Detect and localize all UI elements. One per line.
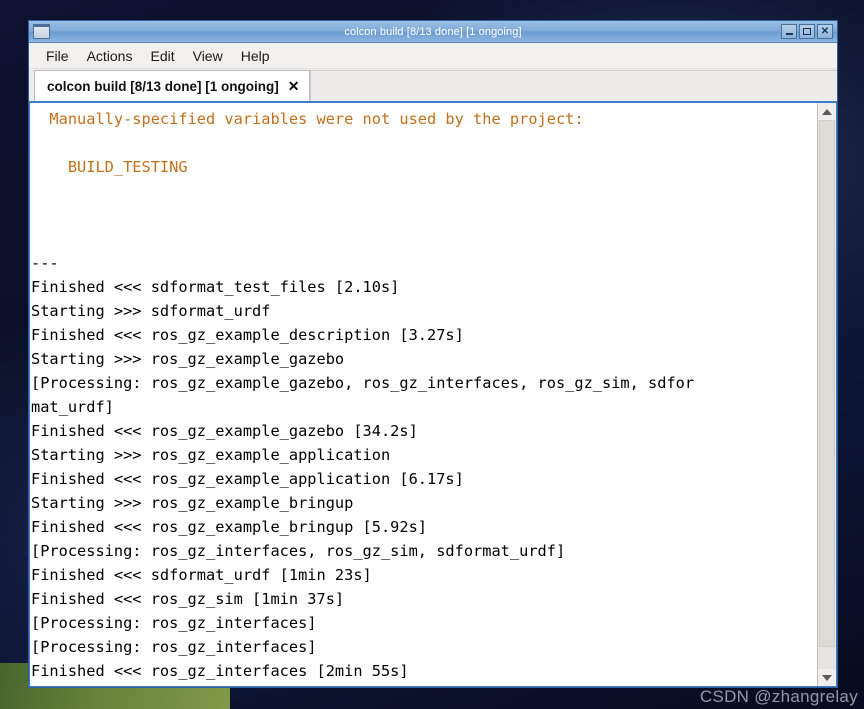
tabbar: colcon build [8/13 done] [1 ongoing] ✕ (29, 69, 837, 103)
menu-item-view[interactable]: View (184, 46, 232, 66)
scrollbar-thumb[interactable] (819, 120, 835, 648)
maximize-button[interactable] (799, 24, 815, 39)
terminal-scrollbar[interactable] (817, 103, 836, 686)
terminal-line: Starting >>> ros_gz_bridge (30, 683, 817, 686)
tab-close-icon[interactable]: ✕ (288, 79, 300, 93)
terminal-line: Starting >>> ros_gz_example_bringup (31, 494, 354, 512)
scroll-down-arrow-icon (822, 674, 832, 681)
scrollbar-track[interactable] (818, 120, 836, 669)
terminal-line: Finished <<< ros_gz_example_gazebo [34.2… (31, 422, 418, 440)
terminal-line: [Processing: ros_gz_interfaces] (31, 638, 317, 656)
terminal-line: Starting >>> sdformat_urdf (31, 302, 271, 320)
menu-item-file[interactable]: File (37, 46, 78, 66)
terminal-line: Manually-specified variables were not us… (31, 110, 584, 128)
tab-colcon-build[interactable]: colcon build [8/13 done] [1 ongoing] ✕ (34, 70, 311, 101)
scroll-down-button[interactable] (818, 669, 836, 686)
menubar: File Actions Edit View Help (29, 43, 837, 69)
terminal-line: Starting >>> ros_gz_example_application (31, 446, 391, 464)
terminal-line: BUILD_TESTING (31, 158, 188, 176)
terminal-line: Finished <<< ros_gz_interfaces [2min 55s… (31, 662, 409, 680)
menu-item-edit[interactable]: Edit (141, 46, 183, 66)
terminal-line: --- (31, 254, 59, 272)
terminal-line: Finished <<< sdformat_test_files [2.10s] (31, 278, 400, 296)
terminal-line: [Processing: ros_gz_interfaces] (31, 614, 317, 632)
tabbar-empty-area[interactable] (310, 70, 837, 101)
terminal-area: Manually-specified variables were not us… (29, 103, 837, 687)
minimize-icon (785, 33, 793, 35)
terminal-output[interactable]: Manually-specified variables were not us… (30, 103, 817, 686)
terminal-line: Finished <<< ros_gz_example_bringup [5.9… (31, 518, 428, 536)
terminal-line: Starting >>> ros_gz_example_gazebo (31, 350, 345, 368)
close-icon: ✕ (820, 25, 830, 37)
terminal-line: Finished <<< ros_gz_example_application … (31, 470, 464, 488)
menu-item-help[interactable]: Help (232, 46, 279, 66)
maximize-icon (803, 28, 811, 35)
terminal-line: Finished <<< sdformat_urdf [1min 23s] (31, 566, 372, 584)
scroll-up-arrow-icon (822, 108, 832, 115)
window-title: colcon build [8/13 done] [1 ongoing] (344, 25, 522, 38)
terminal-line: [Processing: ros_gz_example_gazebo, ros_… (31, 374, 695, 392)
tab-label: colcon build [8/13 done] [1 ongoing] (47, 78, 279, 94)
terminal-line: Finished <<< ros_gz_example_description … (31, 326, 464, 344)
terminal-line: Finished <<< ros_gz_sim [1min 37s] (31, 590, 345, 608)
close-button[interactable]: ✕ (817, 24, 833, 39)
terminal-window: colcon build [8/13 done] [1 ongoing] ✕ F… (28, 20, 838, 688)
terminal-line: [Processing: ros_gz_interfaces, ros_gz_s… (31, 542, 566, 560)
window-titlebar[interactable]: colcon build [8/13 done] [1 ongoing] ✕ (29, 21, 837, 43)
terminal-line: mat_urdf] (31, 398, 114, 416)
terminal-window-icon (33, 24, 50, 39)
window-controls: ✕ (781, 24, 835, 39)
minimize-button[interactable] (781, 24, 797, 39)
scroll-up-button[interactable] (818, 103, 836, 120)
menu-item-actions[interactable]: Actions (78, 46, 142, 66)
